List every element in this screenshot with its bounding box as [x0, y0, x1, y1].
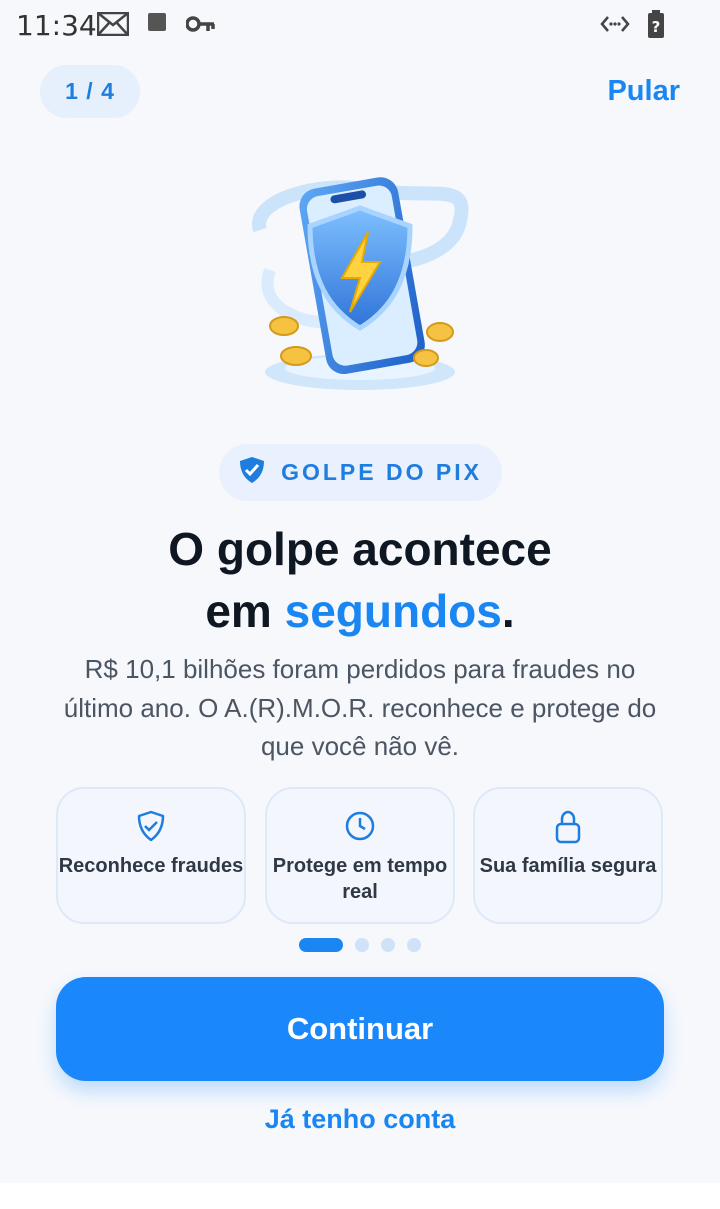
mail-icon	[96, 11, 130, 41]
pagination-dots	[0, 937, 720, 953]
page-dot	[407, 938, 421, 952]
feature-card-fraud: Reconhece fraudes	[56, 787, 246, 924]
feature-label: Reconhece fraudes	[58, 855, 244, 877]
title-line-1: O golpe acontece	[168, 523, 552, 575]
page-dot	[355, 938, 369, 952]
chip-label: GOLPE DO PIX	[281, 459, 482, 485]
key-icon	[185, 14, 216, 39]
page-dot	[381, 938, 395, 952]
onboarding-screen: 11:34 ? 1 / 4 Pular GOLPE DO PIX O golpe…	[0, 0, 720, 1183]
title-accent: segundos	[284, 585, 502, 637]
title-suffix: .	[501, 585, 515, 637]
shield-check-icon	[239, 456, 265, 489]
category-chip: GOLPE DO PIX	[219, 444, 502, 501]
shield-check-icon	[58, 809, 244, 843]
page-title: O golpe acontece em segundos.	[0, 518, 720, 642]
feature-card-realtime: Protege em tempo real	[265, 787, 455, 924]
page-dot-active	[299, 938, 343, 952]
continue-button[interactable]: Continuar	[56, 977, 664, 1081]
status-time: 11:34	[16, 9, 97, 42]
battery-unknown-icon: ?	[647, 10, 665, 43]
svg-text:?: ?	[652, 18, 661, 36]
feature-card-family: Sua família segura	[473, 787, 663, 924]
subtitle: R$ 10,1 bilhões foram perdidos para frau…	[63, 654, 657, 761]
have-account-link[interactable]: Já tenho conta	[0, 1104, 720, 1135]
status-bar: 11:34 ?	[0, 0, 720, 50]
feature-label: Protege em tempo real	[272, 855, 448, 903]
square-notification-icon	[147, 12, 167, 37]
skip-button[interactable]: Pular	[607, 75, 680, 108]
phone-shield-lightning-icon	[240, 160, 480, 400]
title-prefix: em	[205, 585, 285, 637]
title-line-2: em segundos.	[0, 580, 720, 642]
feature-label: Sua família segura	[479, 855, 657, 877]
lock-icon	[475, 809, 661, 845]
data-arrows-icon	[600, 13, 630, 40]
step-indicator: 1 / 4	[40, 65, 140, 118]
clock-icon	[267, 809, 453, 843]
